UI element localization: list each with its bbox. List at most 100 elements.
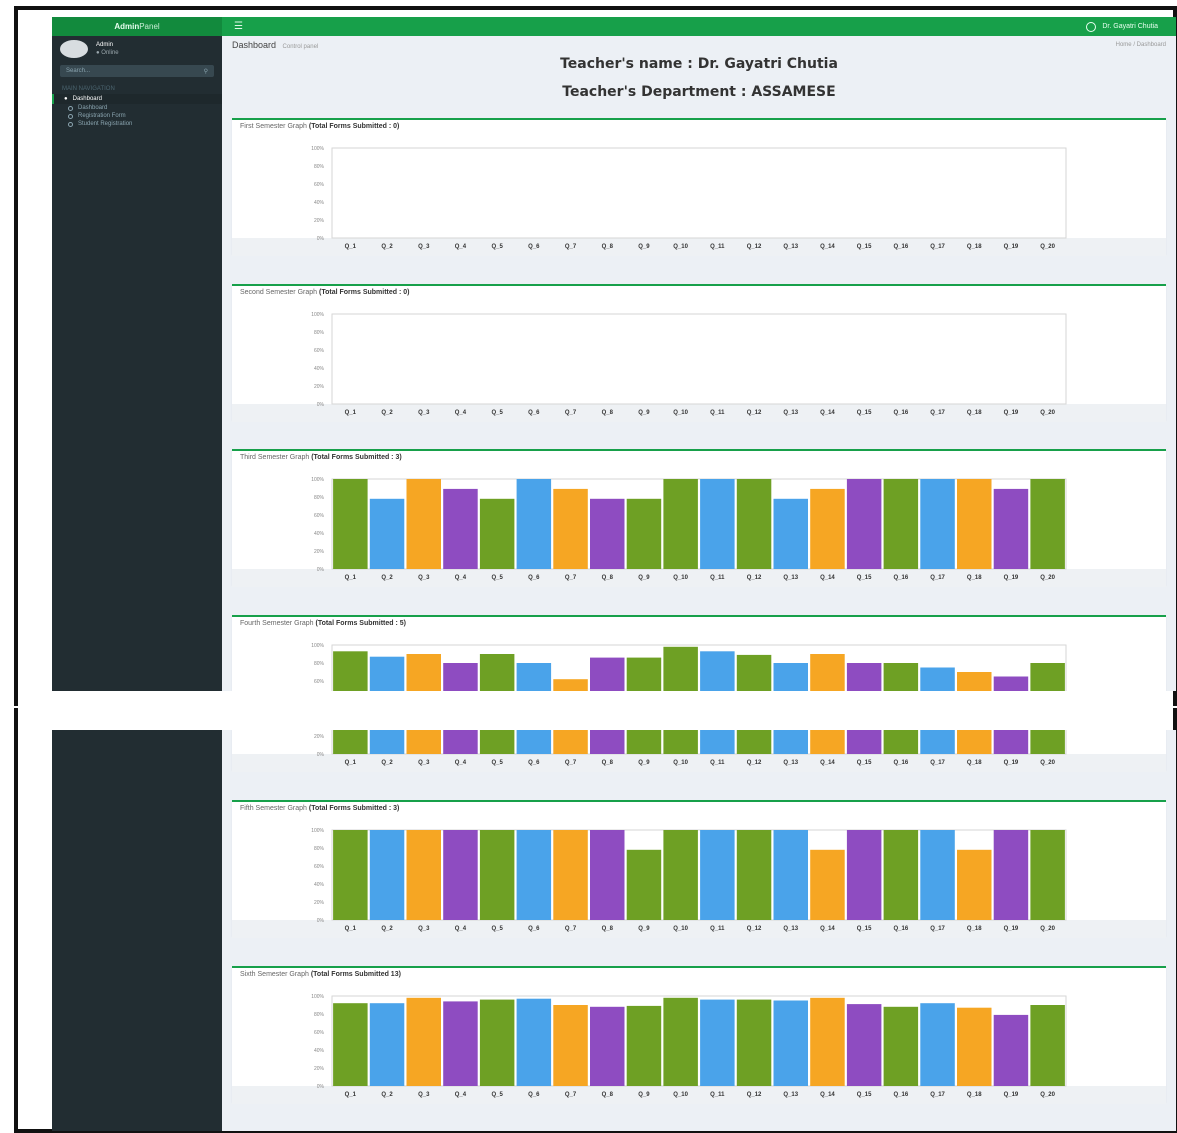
chart-bar[interactable] bbox=[993, 488, 1029, 569]
chart-bar[interactable] bbox=[846, 663, 882, 691]
chart-bar[interactable] bbox=[773, 730, 808, 754]
search-icon[interactable]: ⚲ bbox=[204, 68, 208, 75]
chart-bar[interactable] bbox=[590, 730, 625, 754]
sidebar-subitem-dashboard[interactable]: Dashboard bbox=[52, 104, 222, 112]
chart-bar[interactable] bbox=[957, 479, 992, 569]
chart-bar[interactable] bbox=[516, 479, 552, 569]
chart-bar[interactable] bbox=[663, 646, 698, 691]
chart-bar[interactable] bbox=[479, 830, 515, 920]
chart-bar[interactable] bbox=[663, 479, 698, 569]
chart-bar[interactable] bbox=[736, 730, 772, 754]
chart-bar[interactable] bbox=[479, 730, 515, 754]
chart-bar[interactable] bbox=[993, 1014, 1029, 1086]
chart-bar[interactable] bbox=[443, 663, 478, 691]
chart-bar[interactable] bbox=[700, 479, 735, 569]
chart-bar[interactable] bbox=[736, 479, 772, 569]
chart-bar[interactable] bbox=[736, 654, 772, 691]
app-logo[interactable]: Admin Panel bbox=[52, 17, 222, 36]
chart-bar[interactable] bbox=[369, 498, 405, 569]
chart-bar[interactable] bbox=[479, 498, 515, 569]
chart-bar[interactable] bbox=[406, 830, 441, 920]
chart-bar[interactable] bbox=[957, 730, 992, 754]
chart-bar[interactable] bbox=[957, 672, 992, 691]
chart-bar[interactable] bbox=[553, 730, 588, 754]
chart-bar[interactable] bbox=[810, 849, 845, 920]
chart-bar[interactable] bbox=[516, 663, 552, 691]
chart-bar[interactable] bbox=[993, 676, 1029, 692]
chart-bar[interactable] bbox=[993, 830, 1029, 920]
chart-bar[interactable] bbox=[369, 656, 405, 691]
chart-bar[interactable] bbox=[553, 1005, 588, 1086]
chart-bar[interactable] bbox=[1030, 663, 1065, 691]
chart-bar[interactable] bbox=[406, 479, 441, 569]
chart-bar[interactable] bbox=[479, 654, 515, 691]
chart-bar[interactable] bbox=[406, 654, 441, 691]
chart-bar[interactable] bbox=[773, 498, 808, 569]
user-menu[interactable]: Dr. Gayatri Chutia bbox=[1086, 21, 1158, 32]
chart-bar[interactable] bbox=[810, 730, 845, 754]
chart-bar[interactable] bbox=[920, 667, 955, 692]
chart-bar[interactable] bbox=[590, 830, 625, 920]
chart-bar[interactable] bbox=[920, 830, 955, 920]
chart-bar[interactable] bbox=[736, 830, 772, 920]
chart-bar[interactable] bbox=[516, 998, 552, 1086]
chart-bar[interactable] bbox=[626, 498, 662, 569]
sidebar-subitem-student-registration[interactable]: Student Registration bbox=[52, 120, 222, 128]
chart-bar[interactable] bbox=[626, 730, 662, 754]
chart-bar[interactable] bbox=[626, 657, 662, 691]
chart-bar[interactable] bbox=[663, 730, 698, 754]
chart-bar[interactable] bbox=[700, 830, 735, 920]
chart-bar[interactable] bbox=[1030, 1005, 1065, 1086]
chart-bar[interactable] bbox=[626, 849, 662, 920]
chart-bar[interactable] bbox=[443, 488, 478, 569]
chart-bar[interactable] bbox=[957, 849, 992, 920]
sidebar-toggle-icon[interactable]: ☰ bbox=[234, 21, 243, 32]
chart-bar[interactable] bbox=[883, 830, 919, 920]
chart-bar[interactable] bbox=[369, 730, 405, 754]
chart-bar[interactable] bbox=[443, 730, 478, 754]
sidebar-search-input[interactable]: Search... ⚲ bbox=[60, 65, 214, 77]
chart-bar[interactable] bbox=[333, 479, 368, 569]
chart-bar[interactable] bbox=[810, 488, 845, 569]
chart-bar[interactable] bbox=[1030, 830, 1065, 920]
chart-bar[interactable] bbox=[406, 730, 441, 754]
chart-bar[interactable] bbox=[883, 1006, 919, 1086]
chart-bar[interactable] bbox=[883, 479, 919, 569]
chart-bar[interactable] bbox=[920, 479, 955, 569]
chart-bar[interactable] bbox=[663, 830, 698, 920]
chart-bar[interactable] bbox=[443, 830, 478, 920]
breadcrumb[interactable]: Home / Dashboard bbox=[1116, 42, 1166, 48]
chart-bar[interactable] bbox=[590, 657, 625, 691]
chart-bar[interactable] bbox=[773, 1000, 808, 1087]
sidebar-subitem-registration-form[interactable]: Registration Form bbox=[52, 112, 222, 120]
chart-bar[interactable] bbox=[1030, 730, 1065, 754]
chart-bar[interactable] bbox=[333, 830, 368, 920]
chart-bar[interactable] bbox=[920, 730, 955, 754]
chart-bar[interactable] bbox=[406, 997, 441, 1086]
chart-bar[interactable] bbox=[333, 730, 368, 754]
chart-bar[interactable] bbox=[590, 498, 625, 569]
chart-bar[interactable] bbox=[369, 830, 405, 920]
chart-bar[interactable] bbox=[700, 651, 735, 691]
chart-bar[interactable] bbox=[553, 488, 588, 569]
chart-bar[interactable] bbox=[736, 999, 772, 1086]
chart-bar[interactable] bbox=[369, 1003, 405, 1086]
chart-bar[interactable] bbox=[626, 1005, 662, 1086]
chart-bar[interactable] bbox=[957, 1007, 992, 1086]
chart-bar[interactable] bbox=[700, 999, 735, 1086]
chart-bar[interactable] bbox=[443, 1001, 478, 1086]
chart-bar[interactable] bbox=[810, 654, 845, 691]
chart-bar[interactable] bbox=[553, 679, 588, 691]
chart-bar[interactable] bbox=[553, 830, 588, 920]
chart-bar[interactable] bbox=[1030, 479, 1065, 569]
chart-bar[interactable] bbox=[333, 651, 368, 691]
chart-bar[interactable] bbox=[773, 830, 808, 920]
chart-bar[interactable] bbox=[846, 830, 882, 920]
chart-bar[interactable] bbox=[846, 730, 882, 754]
sidebar-item-dashboard[interactable]: ● Dashboard bbox=[52, 94, 222, 104]
chart-bar[interactable] bbox=[773, 663, 808, 691]
chart-bar[interactable] bbox=[700, 730, 735, 754]
chart-bar[interactable] bbox=[810, 997, 845, 1086]
chart-bar[interactable] bbox=[590, 1006, 625, 1086]
chart-bar[interactable] bbox=[516, 830, 552, 920]
